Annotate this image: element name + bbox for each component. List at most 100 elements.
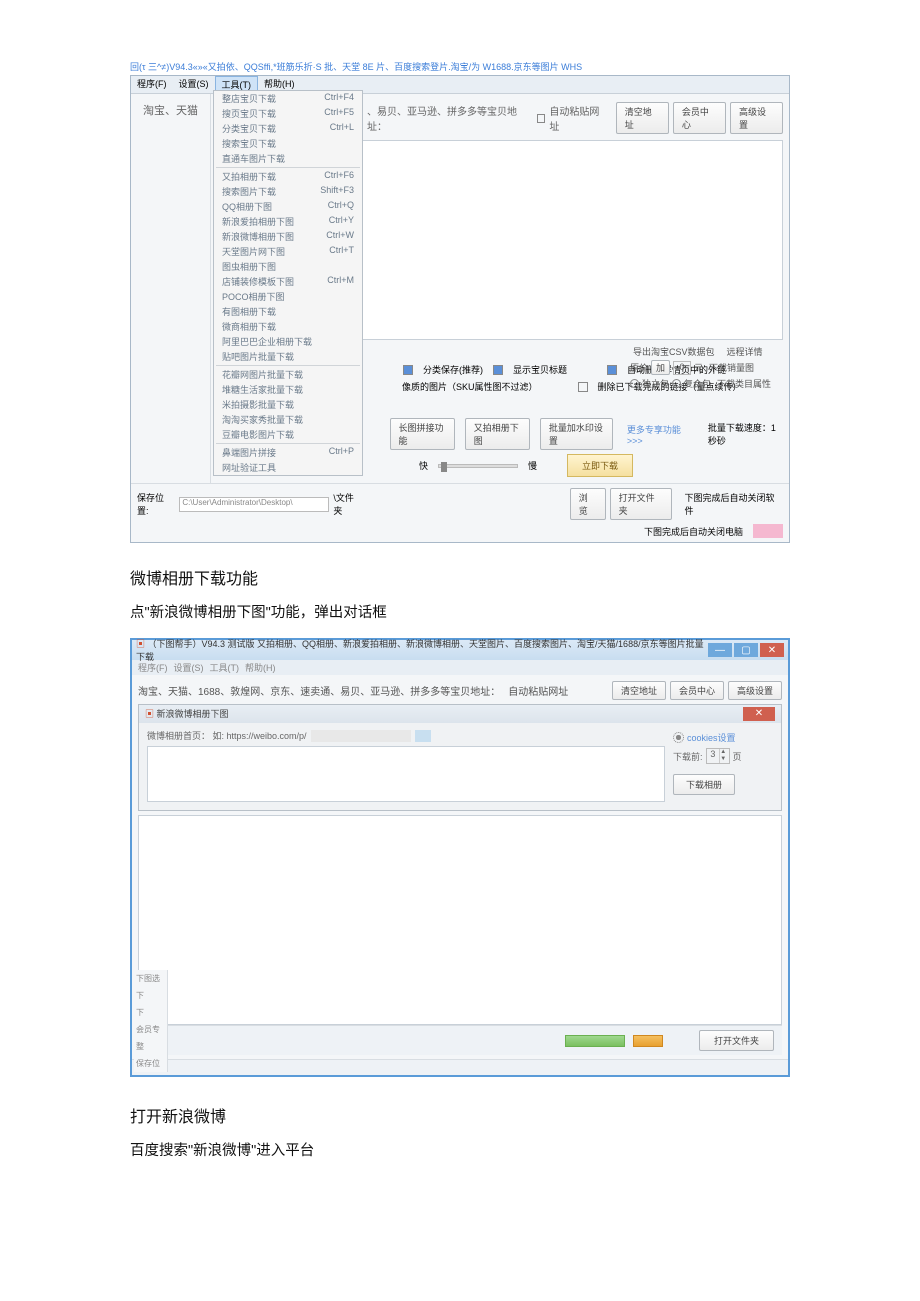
clear-url-button[interactable]: 清空地址 [616,102,669,134]
combined-label: 复合包 [684,377,711,390]
w2-menu-tools[interactable]: 工具(T) [210,661,240,674]
menu-item[interactable]: 搜索图片下载Shift+F3 [214,184,362,199]
left-title: 淘宝、天猫 [131,94,210,126]
w2-clear-button[interactable]: 清空地址 [612,681,666,700]
pink-indicator [753,524,783,538]
combined-radio[interactable] [672,379,681,388]
indep-label: 独立包 [642,377,669,390]
url-end [415,730,431,742]
w2-menu-help[interactable]: 帮助(H) [245,661,276,674]
price-value-input[interactable]: 0 [673,361,691,375]
auto-paste-checkbox[interactable] [537,114,546,123]
menu-item[interactable]: 搜页宝贝下载Ctrl+F5 [214,106,362,121]
quality-label: 像质的图片（SKU属性图不过滤） [402,380,538,393]
catsave-checkbox[interactable] [403,365,413,375]
addr-label: 、易贝、亚马逊、拼多多等宝贝地址： [367,103,533,133]
progress-orange [633,1035,663,1047]
caption-2: 点"新浪微博相册下图"功能，弹出对话框 [130,601,790,622]
menu-item[interactable]: 米拍摄影批量下载 [214,397,362,412]
menu-item[interactable]: 微商相册下载 [214,319,362,334]
showtitle-checkbox[interactable] [493,365,503,375]
strip-item: 下 [134,1004,168,1021]
menu-item[interactable]: POCO相册下图 [214,289,362,304]
cookies-link[interactable]: cookies设置 [687,731,736,744]
strip-item: 下 [134,987,168,1004]
menu-item[interactable]: 整店宝贝下载Ctrl+F4 [214,91,362,106]
w2-open-folder-button[interactable]: 打开文件夹 [699,1030,774,1051]
save-path-input[interactable]: C:\User\Administrator\Desktop\ [179,497,329,512]
dialog-close-button[interactable]: ✕ [743,707,775,721]
dellink-checkbox[interactable] [578,382,588,392]
watermark-button[interactable]: 批量加水印设置 [540,418,613,450]
open-folder-button[interactable]: 打开文件夹 [610,488,673,520]
price-op-select[interactable]: 加 [651,360,670,375]
menu-item[interactable]: 花瓣网图片批量下载 [214,367,362,382]
menu-item[interactable]: 阿里巴巴企业相册下载 [214,334,362,349]
w2-left-strip: 下图选下下会员专整保存位 [134,970,168,1072]
menu-item[interactable]: QQ相册下图Ctrl+Q [214,199,362,214]
save-suffix: \文件夹 [333,491,362,517]
browse-button[interactable]: 浏览 [570,488,606,520]
w2-main-textarea[interactable] [138,815,782,1025]
menu-item[interactable]: 堆糖生活家批量下载 [214,382,362,397]
menu-item[interactable]: 天堂图片网下图Ctrl+T [214,244,362,259]
autodel-checkbox[interactable] [607,365,617,375]
menu-item[interactable]: 贴吧图片批量下载 [214,349,362,364]
youpai-button[interactable]: 又拍相册下图 [465,418,530,450]
menu-item[interactable]: 网址验证工具 [214,460,362,475]
strip-item: 保存位 [134,1055,168,1072]
strip-item: 整 [134,1038,168,1055]
strip-item: 下图选 [134,970,168,987]
menu-item[interactable]: 直通车图片下载 [214,151,362,166]
win2-title: ▣ （下图帮手）V94.3 测试版 又拍相册、QQ相册、新浪爱拍相册、新浪微博相… [136,637,708,663]
menu-program[interactable]: 程序(F) [131,76,173,93]
close-soft-label: 下图完成后自动关闭软件 [684,491,783,517]
gear-icon [673,732,684,743]
menu-item[interactable]: 店铺装修模板下图Ctrl+M [214,274,362,289]
start-download-button[interactable]: 立即下载 [567,454,633,477]
price-label: 原价 [630,361,648,374]
strip-item: 会员专 [134,1021,168,1038]
menu-settings[interactable]: 设置(S) [173,76,215,93]
menu-item[interactable]: 鼻端图片拼接Ctrl+P [214,445,362,460]
w2-menu-program[interactable]: 程序(F) [138,661,168,674]
close-button[interactable]: ✕ [760,643,784,657]
w2-addr-label: 淘宝、天猫、1688、敦煌网、京东、速卖通、易贝、亚马逊、拼多多等宝贝地址： [138,683,500,698]
menu-item[interactable]: 新浪爱拍相册下图Ctrl+Y [214,214,362,229]
menu-item[interactable]: 淘淘买家秀批量下载 [214,412,362,427]
save-path-label: 保存位置: [137,491,175,517]
page-spinbox[interactable]: 3▲▼ [706,748,730,764]
minimize-button[interactable]: — [708,643,732,657]
advanced-settings-button[interactable]: 高级设置 [730,102,783,134]
download-album-button[interactable]: 下载相册 [673,774,735,795]
caption-3: 打开新浪微博 [130,1103,790,1127]
dialog-title-text: 新浪微博相册下图 [157,709,229,719]
menu-item[interactable]: 新浪微博相册下图Ctrl+W [214,229,362,244]
app-window-2: ▣ （下图帮手）V94.3 测试版 又拍相册、QQ相册、新浪爱拍相册、新浪微博相… [130,638,790,1077]
w2-adv-button[interactable]: 高级设置 [728,681,782,700]
url-segment [311,730,411,742]
menu-item[interactable]: 搜索宝贝下载 [214,136,362,151]
w2-member-button[interactable]: 会员中心 [670,681,724,700]
export-csv-label: 导出淘宝CSV数据包 [633,345,715,358]
stitch-button[interactable]: 长图拼接功能 [390,418,455,450]
dl-before-label: 下载前: [673,750,703,763]
menu-item[interactable]: 图虫相册下图 [214,259,362,274]
member-center-button[interactable]: 会员中心 [673,102,726,134]
tools-dropdown: 整店宝贝下载Ctrl+F4搜页宝贝下载Ctrl+F5分类宝贝下载Ctrl+L搜索… [213,90,363,476]
menu-item[interactable]: 分类宝贝下载Ctrl+L [214,121,362,136]
caption-1: 微博相册下载功能 [130,565,790,589]
progress-green [565,1035,625,1047]
menu-item[interactable]: 又拍相册下载Ctrl+F6 [214,169,362,184]
speed-slider[interactable] [438,464,518,468]
menu-item[interactable]: 有图相册下载 [214,304,362,319]
w2-menu-settings[interactable]: 设置(S) [174,661,204,674]
maximize-button[interactable]: ▢ [734,643,758,657]
indep-radio[interactable] [630,379,639,388]
caption-4: 百度搜索"新浪微博"进入平台 [130,1139,790,1160]
more-link[interactable]: 更多专享功能>>> [627,423,688,446]
auto-paste-label: 自动粘贴网址 [549,103,607,133]
dialog-textarea[interactable] [147,746,665,802]
showtitle-label: 显示宝贝标题 [513,363,567,376]
menu-item[interactable]: 豆瓣电影图片下载 [214,427,362,442]
